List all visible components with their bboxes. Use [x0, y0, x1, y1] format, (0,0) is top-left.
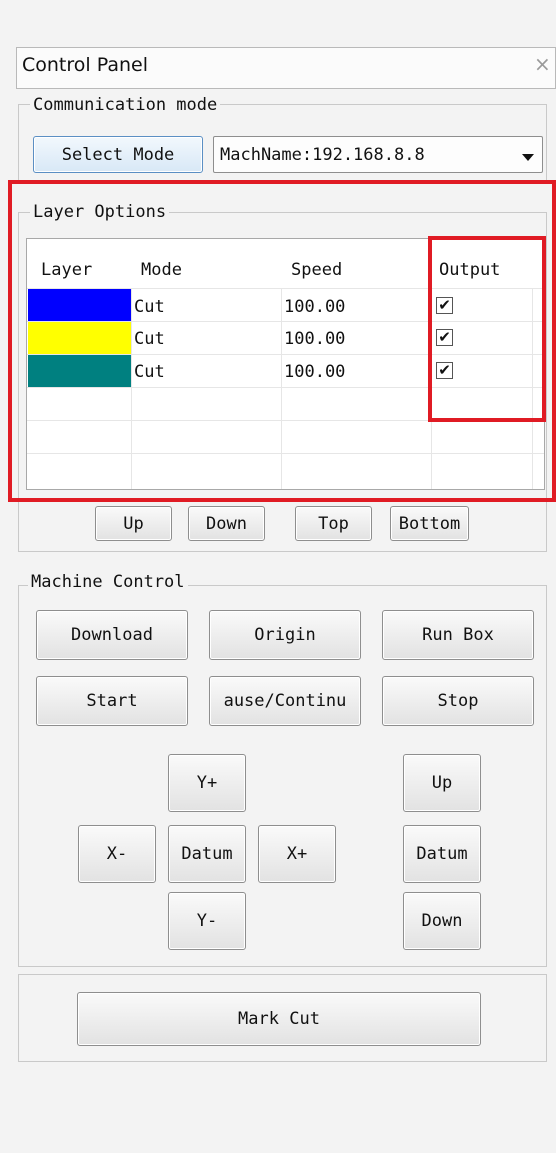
mark-cut-button[interactable]: Mark Cut	[77, 992, 481, 1046]
datum-xy-button[interactable]: Datum	[168, 825, 246, 883]
chevron-down-icon	[522, 154, 534, 161]
layer-up-button[interactable]: Up	[95, 506, 172, 541]
run-box-button[interactable]: Run Box	[382, 610, 534, 660]
y-plus-button[interactable]: Y+	[168, 754, 246, 812]
x-plus-button[interactable]: X+	[258, 825, 336, 883]
layer-bottom-button[interactable]: Bottom	[390, 506, 469, 541]
layer-top-button[interactable]: Top	[295, 506, 372, 541]
origin-button[interactable]: Origin	[209, 610, 361, 660]
machine-name-value: MachName:192.168.8.8	[220, 144, 425, 165]
layer-down-button[interactable]: Down	[188, 506, 265, 541]
stop-button[interactable]: Stop	[382, 676, 534, 726]
y-minus-button[interactable]: Y-	[168, 892, 246, 950]
machine-name-combo[interactable]: MachName:192.168.8.8	[213, 136, 543, 173]
communication-group-label: Communication mode	[30, 95, 221, 115]
z-up-button[interactable]: Up	[403, 754, 481, 812]
panel-title: Control Panel	[22, 54, 148, 76]
close-icon[interactable]: ×	[534, 53, 551, 75]
z-down-button[interactable]: Down	[403, 892, 481, 950]
output-column-highlight	[428, 236, 546, 422]
pause-continue-button[interactable]: ause/Continu	[209, 676, 361, 726]
select-mode-button[interactable]: Select Mode	[33, 136, 203, 173]
machine-control-label: Machine Control	[28, 572, 188, 592]
download-button[interactable]: Download	[36, 610, 188, 660]
z-datum-button[interactable]: Datum	[403, 825, 481, 883]
x-minus-button[interactable]: X-	[78, 825, 156, 883]
start-button[interactable]: Start	[36, 676, 188, 726]
